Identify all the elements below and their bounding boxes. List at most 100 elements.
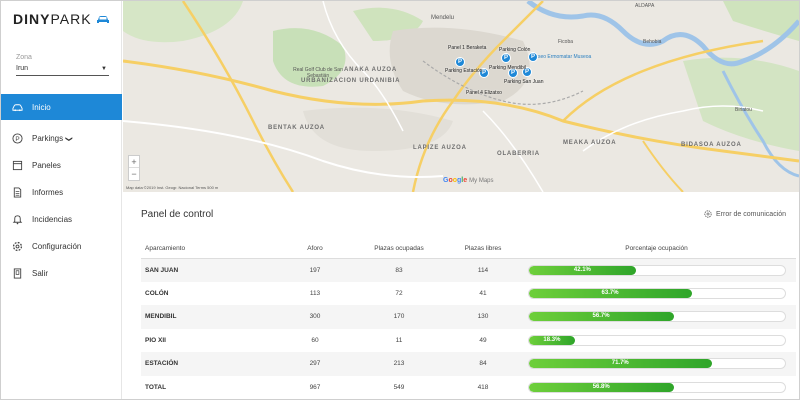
zone-label: Zona — [16, 54, 32, 61]
sidebar-item-label: Configuración — [32, 242, 82, 251]
map-area-label: BENTAK AUZOA — [268, 125, 325, 131]
zoom-out-button[interactable]: − — [129, 168, 139, 180]
sidebar-item-label: Incidencias — [32, 215, 73, 224]
sidebar-item-salir[interactable]: Salir — [1, 260, 122, 287]
sidebar-item-label: Informes — [32, 188, 64, 197]
parking-map-label: Parking Colón — [499, 47, 531, 53]
column-header[interactable]: Aforo — [281, 240, 349, 259]
column-header[interactable]: Plazas ocupadas — [349, 240, 449, 259]
sidebar-item-parkings[interactable]: P Parkings ❯ — [1, 125, 122, 152]
column-header[interactable]: Porcentaje ocupación — [517, 240, 796, 259]
table-row[interactable]: COLÓN 113 72 41 63.7% — [141, 282, 796, 306]
parking-pin[interactable]: P — [501, 53, 511, 63]
parking-name-cell: MENDIBIL — [141, 305, 281, 329]
exit-icon — [11, 268, 23, 280]
bell-icon — [11, 214, 23, 226]
sidebar-item-informes[interactable]: Informes — [1, 179, 122, 206]
map-attribution[interactable]: Map data ©2019 Inst. Geogr. Nacional Ter… — [126, 185, 218, 190]
parking-map-label: Panel 4 Elizatxo — [466, 90, 502, 96]
parking-pin[interactable]: P — [528, 52, 538, 62]
parking-table: Aparcamiento Aforo Plazas ocupadas Plaza… — [141, 240, 796, 399]
car-icon — [11, 101, 23, 113]
zone-select[interactable]: Irun ▼ — [16, 63, 109, 76]
chevron-down-icon: ❯ — [65, 135, 73, 142]
occupancy-cell: 18.3% — [517, 329, 796, 353]
occupancy-cell: 56.7% — [517, 305, 796, 329]
table-header-row: Aparcamiento Aforo Plazas ocupadas Plaza… — [141, 240, 796, 259]
occupancy-cell: 56.8% — [517, 376, 796, 400]
communication-status[interactable]: Error de comunicación — [704, 210, 786, 218]
gear-icon — [11, 241, 23, 253]
sidebar-item-label: Paneles — [32, 161, 61, 170]
aforo-cell: 297 — [281, 352, 349, 376]
google-logo: Google My Maps — [443, 177, 494, 184]
occupied-cell: 213 — [349, 352, 449, 376]
parking-name-cell: SAN JUAN — [141, 258, 281, 282]
free-cell: 84 — [449, 352, 517, 376]
occupancy-cell: 42.1% — [517, 258, 796, 282]
occupied-cell: 72 — [395, 289, 403, 297]
table-row[interactable]: SAN JUAN 197 83 114 42.1% — [141, 258, 796, 282]
map-place-label: ALDAPA — [635, 3, 655, 9]
sidebar-nav: Inicio P Parkings ❯ Paneles Informes Inc… — [1, 94, 122, 287]
occupancy-progress-bar: 71.7% — [527, 358, 786, 370]
map-view[interactable]: URBANIZACION URDANIBIA ANAKA AUZOA BENTA… — [123, 1, 799, 192]
aforo-cell: 60 — [311, 336, 319, 344]
svg-text:P: P — [15, 136, 19, 143]
sidebar-item-label: Salir — [32, 269, 49, 278]
column-header[interactable]: Aparcamiento — [141, 240, 281, 259]
caret-down-icon: ▼ — [101, 66, 107, 72]
parking-map-label: Panel 1 Beraketa — [448, 45, 487, 51]
sidebar-item-inicio[interactable]: Inicio — [1, 94, 122, 120]
logo-text-second: PARK — [50, 11, 92, 27]
parking-icon: P — [11, 133, 23, 145]
sidebar-item-configuracion[interactable]: Configuración — [1, 233, 122, 260]
sidebar-item-label: Parkings — [32, 134, 64, 143]
map-place-label: Ficoba — [558, 39, 574, 45]
parking-map-label: Parking San Juan — [504, 79, 544, 85]
parking-pin[interactable]: P — [455, 57, 465, 67]
sidebar-item-incidencias[interactable]: Incidencias — [1, 206, 122, 233]
zone-select-value: Irun — [16, 65, 29, 72]
map-place-label: Behobia — [643, 39, 662, 45]
parking-map-label: Parking Estación — [445, 68, 483, 74]
map-place-label: Real Golf Club de San Sebastián — [293, 67, 343, 79]
free-cell: 114 — [449, 258, 517, 282]
map-canvas — [123, 1, 799, 192]
parking-name-cell: PIO XII — [145, 336, 166, 344]
page-title: Panel de control — [141, 209, 214, 220]
app-logo[interactable]: DINY PARK — [13, 11, 110, 27]
map-zoom-control: + − — [128, 155, 140, 181]
sidebar-item-paneles[interactable]: Paneles — [1, 152, 122, 179]
occupied-cell: 83 — [349, 258, 449, 282]
occupied-cell: 549 — [393, 383, 405, 391]
occupancy-progress-bar: 18.3% — [527, 334, 786, 346]
map-area-label: LAPIZE AUZOA — [413, 145, 467, 151]
occupancy-progress-bar: 42.1% — [527, 264, 786, 276]
parking-name-cell: COLÓN — [145, 289, 169, 297]
occupancy-percent-label: 56.7% — [592, 313, 610, 320]
occupied-cell: 170 — [349, 305, 449, 329]
parking-name-cell: TOTAL — [145, 383, 167, 391]
column-header[interactable]: Plazas libres — [449, 240, 517, 259]
occupied-cell: 11 — [395, 336, 403, 344]
zoom-in-button[interactable]: + — [129, 156, 139, 168]
parking-map-label: Parking Mendibil — [489, 65, 526, 71]
map-place-label: Mendelu — [431, 15, 455, 21]
map-place-label: Museo Ermomatar Museoa — [531, 54, 592, 60]
occupancy-percent-label: 71.7% — [611, 360, 629, 367]
map-area-label: BIDASOA AUZOA — [681, 142, 742, 148]
table-row[interactable]: MENDIBIL 300 170 130 56.7% — [141, 305, 796, 329]
occupancy-cell: 63.7% — [517, 282, 796, 306]
settings-status-icon — [704, 210, 712, 218]
aforo-cell: 300 — [281, 305, 349, 329]
table-row[interactable]: TOTAL 967 549 418 56.8% — [141, 376, 796, 400]
logo-text-main: DINY — [13, 11, 51, 27]
table-row[interactable]: PIO XII 60 11 49 18.3% — [141, 329, 796, 353]
occupancy-progress-bar: 56.7% — [527, 311, 786, 323]
map-place-label: Biriatou — [735, 107, 752, 113]
occupancy-percent-label: 42.1% — [573, 266, 591, 273]
map-area-label: OLABERRIA — [497, 151, 540, 157]
aforo-cell: 113 — [309, 289, 321, 297]
table-row[interactable]: ESTACIÓN 297 213 84 71.7% — [141, 352, 796, 376]
